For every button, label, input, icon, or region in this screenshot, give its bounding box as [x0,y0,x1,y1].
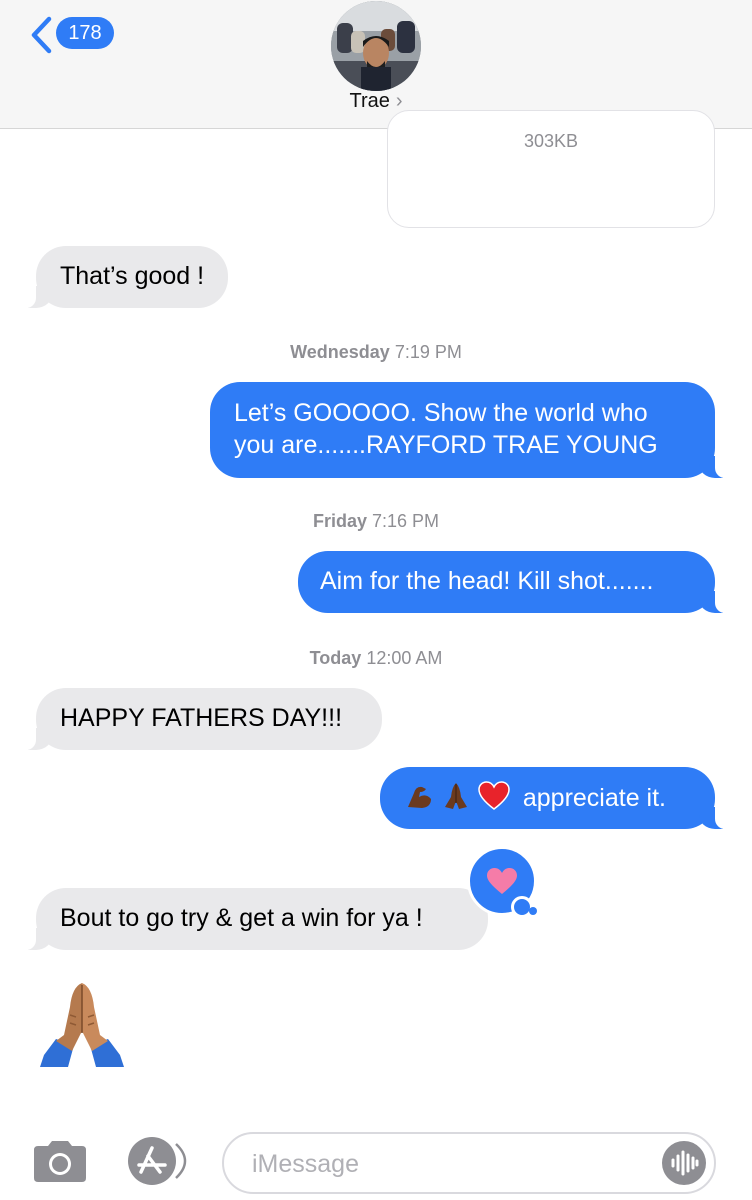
outgoing-message[interactable]: Aim for the head! Kill shot....... [298,551,729,613]
outgoing-message[interactable]: Let’s GOOOOO. Show the world who you are… [210,382,729,478]
flexed-biceps-icon [404,781,434,811]
message-text: That’s good ! [60,262,205,290]
contact-avatar[interactable] [331,1,421,91]
incoming-message[interactable]: HAPPY FATHERS DAY!!! [22,688,382,750]
message-input-field[interactable] [222,1132,716,1194]
incoming-message[interactable]: That’s good ! [21,246,229,308]
message-text-line: you are.......RAYFORD TRAE YOUNG [234,431,658,459]
timestamp-day: Today [309,648,362,668]
contact-name: Trae [349,90,390,112]
message-text: Aim for the head! Kill shot....... [320,567,654,595]
timestamp-time: 12:00 AM [366,648,443,668]
timestamp-time: 7:16 PM [372,511,440,531]
attachment-card[interactable]: 303KB [387,110,715,228]
folded-hands-icon[interactable] [34,975,130,1071]
camera-icon [34,1141,86,1182]
message-text: HAPPY FATHERS DAY!!! [60,704,343,732]
message-text: appreciate it. [522,784,666,812]
chevron-right-icon: › [395,90,403,112]
incoming-message[interactable]: Bout to go try & get a win for ya ! [22,888,488,950]
app-store-icon [128,1137,187,1185]
timestamp: Wednesday 7:19 PM [0,342,752,363]
avatar-photo [331,1,421,91]
audio-message-button[interactable] [662,1141,706,1185]
attachment-size: 303KB [523,131,579,151]
message-input[interactable] [252,1146,632,1182]
back-button[interactable]: 178 [30,14,120,56]
app-store-button[interactable] [126,1136,196,1186]
heart-icon [487,868,517,894]
timestamp: Today 12:00 AM [0,648,752,669]
message-text-line: Let’s GOOOOO. Show the world who [234,399,648,427]
audio-waveform-icon [671,1150,699,1176]
tapback-tail [529,907,537,915]
unread-count-badge: 178 [56,17,114,49]
timestamp: Friday 7:16 PM [0,511,752,532]
timestamp-day: Friday [312,511,367,531]
camera-button[interactable] [30,1140,90,1184]
red-heart-icon [478,781,510,811]
message-text: Bout to go try & get a win for ya ! [60,904,423,932]
timestamp-time: 7:19 PM [394,342,462,362]
timestamp-day: Wednesday [290,342,390,362]
outgoing-message[interactable]: appreciate it. [380,767,729,829]
folded-hands-icon [441,781,471,811]
chevron-left-icon [31,16,52,54]
